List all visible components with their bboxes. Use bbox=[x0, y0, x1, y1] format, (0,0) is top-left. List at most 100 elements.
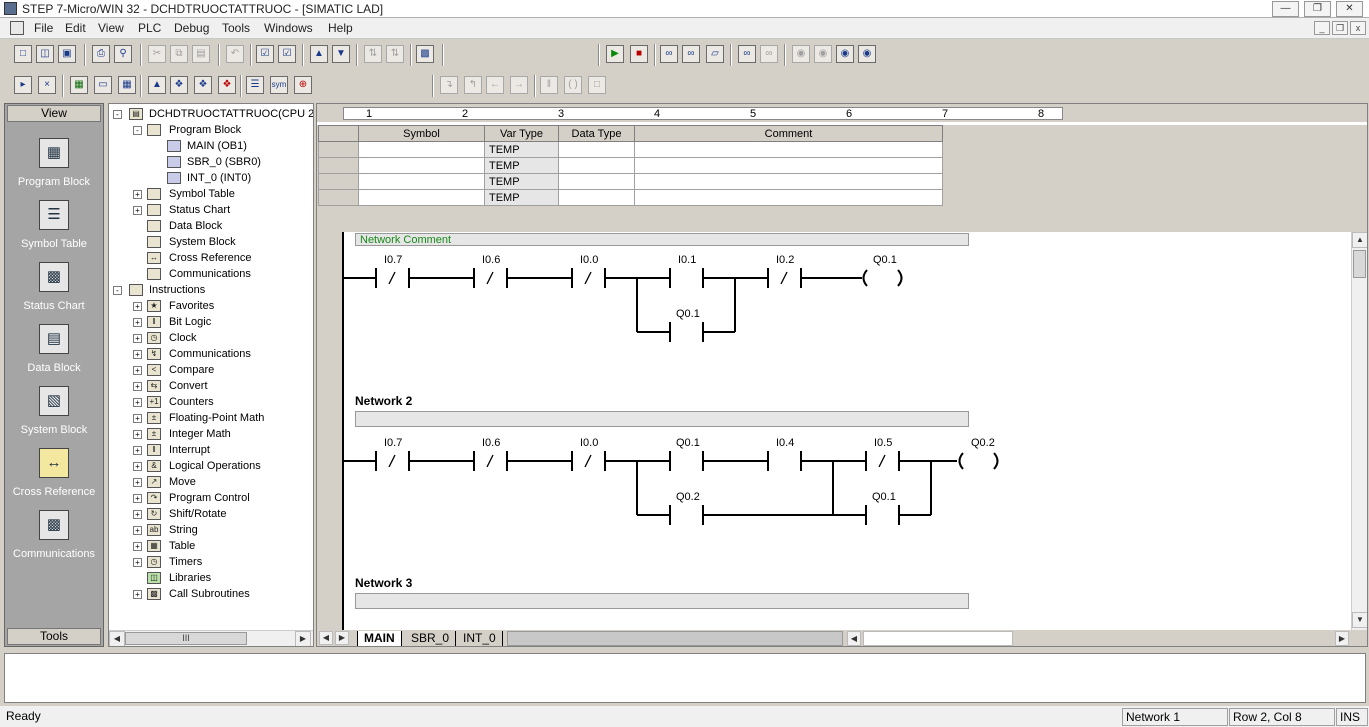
menu-file[interactable]: File bbox=[34, 21, 53, 35]
download-icon[interactable]: ▼ bbox=[332, 45, 350, 63]
collapse-icon[interactable]: - bbox=[133, 126, 142, 135]
sort-descending-icon[interactable]: ⇅ bbox=[386, 45, 404, 63]
new-icon[interactable]: □ bbox=[14, 45, 32, 63]
menu-windows[interactable]: Windows bbox=[264, 21, 313, 35]
document-icon[interactable] bbox=[10, 21, 24, 35]
var-type-cell[interactable]: TEMP bbox=[484, 157, 559, 174]
view-program-block[interactable]: ▦ Program Block bbox=[5, 138, 103, 200]
collapse-icon[interactable]: - bbox=[113, 286, 122, 295]
comment-cell[interactable] bbox=[634, 173, 943, 190]
coil-icon[interactable]: ( ) bbox=[564, 76, 582, 94]
hscroll-thumb[interactable] bbox=[863, 631, 1013, 646]
network-comment-field[interactable]: Network Comment bbox=[355, 233, 969, 246]
insert-network-icon[interactable]: ▭ bbox=[94, 76, 112, 94]
next-bookmark-icon[interactable]: ❖ bbox=[170, 76, 188, 94]
read-forced-icon[interactable]: ◉ bbox=[858, 45, 876, 63]
save-icon[interactable]: ▣ bbox=[58, 45, 76, 63]
scroll-right-icon[interactable]: ▶ bbox=[295, 631, 311, 646]
box-icon[interactable]: □ bbox=[588, 76, 606, 94]
tab-scrollbar-track[interactable] bbox=[507, 631, 843, 646]
sort-ascending-icon[interactable]: ⇅ bbox=[364, 45, 382, 63]
run-icon[interactable]: ▶ bbox=[606, 45, 624, 63]
tools-header[interactable]: Tools bbox=[7, 628, 101, 645]
symbol-cell[interactable] bbox=[358, 189, 485, 206]
network-3-comment-field[interactable] bbox=[355, 593, 969, 609]
view-bar-header[interactable]: View bbox=[7, 105, 101, 122]
var-type-cell[interactable]: TEMP bbox=[484, 173, 559, 190]
data-type-cell[interactable] bbox=[558, 173, 635, 190]
tab-int0[interactable]: INT_0 bbox=[457, 631, 503, 646]
mdi-minimize-button[interactable]: _ bbox=[1314, 21, 1330, 35]
restore-button[interactable]: ❐ bbox=[1304, 1, 1331, 17]
force-icon[interactable]: ∞ bbox=[760, 45, 778, 63]
previous-bookmark-icon[interactable]: ❖ bbox=[194, 76, 212, 94]
menu-view[interactable]: View bbox=[98, 21, 124, 35]
menu-edit[interactable]: Edit bbox=[65, 21, 86, 35]
data-type-cell[interactable] bbox=[558, 141, 635, 158]
menu-tools[interactable]: Tools bbox=[222, 21, 250, 35]
scroll-thumb[interactable]: III bbox=[125, 632, 247, 645]
minimize-button[interactable]: — bbox=[1272, 1, 1299, 17]
scroll-left-icon[interactable]: ◀ bbox=[109, 631, 125, 646]
options-icon[interactable]: ▩ bbox=[416, 45, 434, 63]
compile-all-icon[interactable]: ☑ bbox=[278, 45, 296, 63]
symbol-cell[interactable] bbox=[358, 173, 485, 190]
bookmark-icon[interactable]: ▲ bbox=[148, 76, 166, 94]
data-type-cell[interactable] bbox=[558, 157, 635, 174]
menu-help[interactable]: Help bbox=[328, 21, 353, 35]
comment-cell[interactable] bbox=[634, 141, 943, 158]
scroll-up-icon[interactable]: ▲ bbox=[1352, 232, 1367, 248]
single-read-icon[interactable]: ▱ bbox=[706, 45, 724, 63]
mdi-close-button[interactable]: x bbox=[1350, 21, 1366, 35]
upload-icon[interactable]: ▲ bbox=[310, 45, 328, 63]
close-button[interactable]: ✕ bbox=[1336, 1, 1363, 17]
mdi-restore-button[interactable]: ❐ bbox=[1332, 21, 1348, 35]
print-preview-icon[interactable]: ⚲ bbox=[114, 45, 132, 63]
line-down-icon[interactable]: ↴ bbox=[440, 76, 458, 94]
write-all-icon[interactable]: ∞ bbox=[738, 45, 756, 63]
open-icon[interactable]: ◫ bbox=[36, 45, 54, 63]
menu-plc[interactable]: PLC bbox=[138, 21, 161, 35]
tree-horizontal-scrollbar[interactable]: ◀ III ▶ bbox=[109, 630, 313, 646]
symbol-table-toolbar-icon[interactable]: ☰ bbox=[246, 76, 264, 94]
output-window[interactable] bbox=[4, 653, 1366, 703]
comment-cell[interactable] bbox=[634, 189, 943, 206]
paste-icon[interactable]: ▤ bbox=[192, 45, 210, 63]
unlock-icon[interactable]: ◉ bbox=[814, 45, 832, 63]
tab-sbr0[interactable]: SBR_0 bbox=[405, 631, 457, 646]
tab-scroll-left-icon[interactable]: ◀ bbox=[319, 631, 333, 645]
view-symbol-table[interactable]: ☰ Symbol Table bbox=[5, 200, 103, 262]
program-status-icon[interactable]: ∞ bbox=[660, 45, 678, 63]
delete-network-icon[interactable]: ▦ bbox=[118, 76, 136, 94]
scroll-down-icon[interactable]: ▼ bbox=[1352, 612, 1367, 628]
collapse-icon[interactable]: - bbox=[113, 110, 122, 119]
data-type-cell[interactable] bbox=[558, 189, 635, 206]
unforce-icon[interactable]: ◉ bbox=[836, 45, 854, 63]
scroll-thumb[interactable] bbox=[1353, 250, 1366, 278]
chart-status-icon[interactable]: ∞ bbox=[682, 45, 700, 63]
view-status-chart[interactable]: ▩ Status Chart bbox=[5, 262, 103, 324]
line-up-icon[interactable]: ↰ bbox=[464, 76, 482, 94]
menu-debug[interactable]: Debug bbox=[174, 21, 209, 35]
print-icon[interactable]: ⎙ bbox=[92, 45, 110, 63]
network-2-comment-field[interactable] bbox=[355, 411, 969, 427]
stop-mode-icon[interactable]: × bbox=[38, 76, 56, 94]
tab-scroll-right-icon[interactable]: ▶ bbox=[335, 631, 349, 645]
view-communications[interactable]: ▩ Communications bbox=[5, 510, 103, 572]
symbol-cell[interactable] bbox=[358, 141, 485, 158]
line-left-icon[interactable]: ← bbox=[486, 76, 504, 94]
run-mode-icon[interactable]: ▸ bbox=[14, 76, 32, 94]
toggle-grid-icon[interactable]: ▦ bbox=[70, 76, 88, 94]
contact-icon[interactable]: ‖ bbox=[540, 76, 558, 94]
view-system-block[interactable]: ▧ System Block bbox=[5, 386, 103, 448]
cut-icon[interactable]: ✂ bbox=[148, 45, 166, 63]
symbolic-addressing-icon[interactable]: sym bbox=[270, 76, 288, 94]
view-data-block[interactable]: ▤ Data Block bbox=[5, 324, 103, 386]
compile-icon[interactable]: ☑ bbox=[256, 45, 274, 63]
var-type-cell[interactable]: TEMP bbox=[484, 189, 559, 206]
cross-reference-toolbar-icon[interactable]: ⊕ bbox=[294, 76, 312, 94]
hscroll-right-icon[interactable]: ▶ bbox=[1335, 631, 1349, 646]
remove-bookmarks-icon[interactable]: ❖ bbox=[218, 76, 236, 94]
view-cross-reference[interactable]: ↔ Cross Reference bbox=[5, 448, 103, 510]
editor-vertical-scrollbar[interactable]: ▲ ▼ bbox=[1351, 232, 1367, 630]
